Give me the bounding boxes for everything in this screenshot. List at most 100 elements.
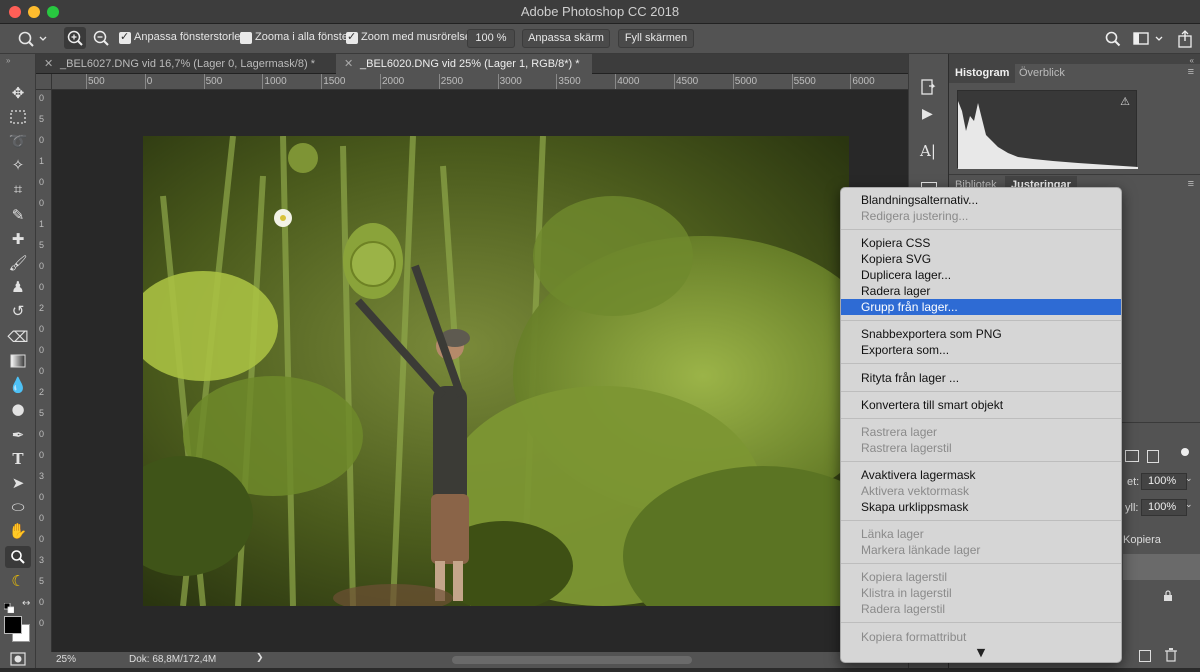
workspace-switcher[interactable] bbox=[1132, 30, 1168, 48]
actions-play-icon[interactable]: ▶ bbox=[922, 106, 933, 122]
panel-menu-icon[interactable]: ≡ bbox=[1188, 66, 1194, 78]
menu-item-convert-smart-object[interactable]: Konvertera till smart objekt bbox=[841, 397, 1121, 413]
panel-dock-header bbox=[949, 54, 1200, 64]
menu-item-artboard-from-layers[interactable]: Rityta från lager ... bbox=[841, 370, 1121, 386]
menu-item-create-clipping-mask[interactable]: Skapa urklippsmask bbox=[841, 499, 1121, 515]
menu-item-copy-shape-attributes: Kopiera formattribut bbox=[861, 630, 967, 644]
menu-item-export-as[interactable]: Exportera som... bbox=[841, 342, 1121, 358]
horizontal-ruler[interactable]: 500 0 500 1000 1500 2000 2500 3000 3500 4000 4500 5… bbox=[52, 74, 908, 90]
ruler-tick-label: 0 bbox=[39, 135, 45, 145]
histogram-chart: ⚠ bbox=[957, 90, 1138, 169]
close-tab-icon[interactable]: ✕ bbox=[344, 54, 353, 74]
ellipse-tool-icon[interactable]: ⬭ bbox=[5, 496, 31, 518]
menu-item-disable-layer-mask[interactable]: Avaktivera lagermask bbox=[841, 467, 1121, 483]
quick-mask-icon[interactable] bbox=[5, 648, 31, 670]
opacity-field[interactable]: 100% bbox=[1141, 473, 1187, 490]
document-tab-active[interactable]: ✕ _BEL6020.DNG vid 25% (Lager 1, RGB/8*)… bbox=[336, 54, 592, 74]
blur-tool-icon[interactable]: 💧 bbox=[5, 374, 31, 396]
ruler-tick-label: 5500 bbox=[793, 76, 816, 87]
history-panel-button[interactable] bbox=[919, 78, 939, 98]
zoom-tool-icon[interactable] bbox=[5, 546, 31, 568]
history-brush-tool-icon[interactable]: ↺ bbox=[5, 300, 31, 322]
move-tool-icon[interactable]: ✥ bbox=[5, 82, 31, 104]
character-panel-icon[interactable]: A| bbox=[920, 142, 936, 160]
panel-menu-icon[interactable]: ≡ bbox=[1188, 178, 1194, 190]
zoom-percent-field[interactable]: 100 % bbox=[467, 29, 515, 48]
ruler-tick-mark bbox=[86, 74, 87, 89]
layer-context-menu: Blandningsalternativ... Redigera justeri… bbox=[840, 187, 1122, 663]
magic-wand-tool-icon[interactable]: ✧ bbox=[5, 154, 31, 176]
document-image[interactable] bbox=[143, 136, 849, 606]
warning-icon[interactable]: ⚠ bbox=[1120, 95, 1130, 108]
close-tab-icon[interactable]: ✕ bbox=[44, 54, 53, 74]
layer-name-partial[interactable]: Kopiera bbox=[1123, 534, 1161, 546]
chevron-down-icon[interactable]: ⌄ bbox=[1185, 500, 1193, 510]
menu-item-blending-options[interactable]: Blandningsalternativ... bbox=[841, 192, 1121, 208]
vertical-ruler[interactable]: 0 5 0 1 0 0 1 5 0 0 2 0 0 0 2 5 0 0 3 0 0 0 3 5 0 0 bbox=[36, 90, 52, 652]
banana-icon[interactable]: ☾ bbox=[5, 570, 31, 592]
status-menu-arrow-icon[interactable]: ❯ bbox=[256, 653, 264, 663]
gradient-tool-icon[interactable] bbox=[5, 350, 31, 372]
ruler-tick-label: 1500 bbox=[323, 76, 346, 87]
swap-colors-icon[interactable]: ↔ bbox=[22, 598, 30, 609]
filter-toggle-icon[interactable] bbox=[1181, 448, 1189, 456]
menu-item-delete-layer[interactable]: Radera lager bbox=[841, 283, 1121, 299]
eyedropper-tool-icon[interactable]: ✎ bbox=[5, 204, 31, 226]
menu-item-group-from-layers[interactable]: Grupp från lager... bbox=[841, 299, 1121, 315]
fill-label: yll: bbox=[1125, 502, 1139, 514]
crop-tool-icon[interactable]: ⌗ bbox=[5, 178, 31, 200]
menu-item-duplicate-layer[interactable]: Duplicera lager... bbox=[841, 267, 1121, 283]
menu-item-copy-css[interactable]: Kopiera CSS bbox=[841, 235, 1121, 251]
brush-tool-icon[interactable]: 🖌 bbox=[5, 252, 31, 274]
tool-preset-picker[interactable] bbox=[14, 29, 48, 49]
layer-filter-icon[interactable] bbox=[1125, 450, 1139, 462]
collapse-toolbar-icon[interactable]: » bbox=[6, 56, 10, 65]
trash-icon[interactable] bbox=[1165, 648, 1177, 662]
tab-navigator[interactable]: Överblick bbox=[1013, 64, 1071, 83]
scroll-down-arrow-icon[interactable]: ▼ bbox=[841, 646, 1121, 659]
horizontal-scrollbar[interactable] bbox=[452, 656, 692, 664]
healing-brush-tool-icon[interactable]: ✚ bbox=[5, 228, 31, 250]
lasso-tool-icon[interactable]: ➰ bbox=[5, 130, 31, 152]
tab-histogram[interactable]: Histogram bbox=[949, 64, 1016, 83]
zoom-all-windows-checkbox[interactable] bbox=[240, 32, 252, 44]
selected-layer-row[interactable] bbox=[1123, 554, 1200, 580]
document-tab[interactable]: ✕ _BEL6027.DNG vid 16,7% (Lager 0, Lager… bbox=[36, 54, 336, 74]
histogram-graph bbox=[958, 101, 1138, 169]
menu-item-rasterize-layer: Rastrera lager bbox=[861, 425, 938, 439]
chevron-down-icon[interactable]: ⌄ bbox=[1185, 474, 1193, 484]
collapse-dock-icon[interactable]: « bbox=[1190, 56, 1194, 65]
dodge-tool-icon[interactable]: ● bbox=[5, 398, 31, 420]
eraser-tool-icon[interactable]: ⌫ bbox=[5, 326, 31, 348]
default-colors-icon[interactable] bbox=[3, 600, 15, 614]
zoom-out-mode-button[interactable] bbox=[90, 27, 112, 49]
fill-field[interactable]: 100% bbox=[1141, 499, 1187, 516]
zoom-level[interactable]: 25% bbox=[56, 654, 76, 665]
pen-tool-icon[interactable]: ✒ bbox=[5, 424, 31, 446]
new-layer-icon[interactable] bbox=[1139, 650, 1151, 662]
ruler-origin[interactable] bbox=[36, 74, 52, 90]
layer-type-icon[interactable] bbox=[1147, 450, 1159, 463]
menu-item-copy-svg[interactable]: Kopiera SVG bbox=[841, 251, 1121, 267]
type-tool-icon[interactable]: T bbox=[5, 448, 31, 470]
ruler-tick-label: 0 bbox=[39, 93, 45, 103]
path-selection-tool-icon[interactable]: ➤ bbox=[5, 472, 31, 494]
fill-screen-button[interactable]: Fyll skärmen bbox=[618, 29, 694, 48]
strawberry-field-photo bbox=[143, 136, 849, 606]
fit-screen-button[interactable]: Anpassa skärm bbox=[522, 29, 610, 48]
ruler-tick-mark bbox=[497, 74, 499, 89]
clone-stamp-tool-icon[interactable]: ♟ bbox=[5, 276, 31, 298]
hand-tool-icon[interactable]: ✋ bbox=[5, 520, 31, 542]
scrubby-zoom-checkbox[interactable] bbox=[346, 30, 358, 44]
zoom-in-mode-button[interactable] bbox=[64, 27, 86, 49]
ruler-tick-label: 5 bbox=[39, 114, 45, 124]
ruler-tick-mark bbox=[556, 74, 558, 89]
foreground-color-swatch[interactable] bbox=[4, 616, 22, 634]
resize-windows-checkbox[interactable] bbox=[119, 30, 131, 44]
share-button[interactable] bbox=[1176, 29, 1194, 49]
marquee-tool-icon[interactable] bbox=[5, 106, 31, 128]
title-bar: Adobe Photoshop CC 2018 bbox=[0, 0, 1200, 24]
search-button[interactable] bbox=[1104, 30, 1122, 48]
scrubby-zoom-label: Zoom med musrörelse bbox=[361, 31, 472, 43]
menu-item-quick-export-png[interactable]: Snabbexportera som PNG bbox=[841, 326, 1121, 342]
